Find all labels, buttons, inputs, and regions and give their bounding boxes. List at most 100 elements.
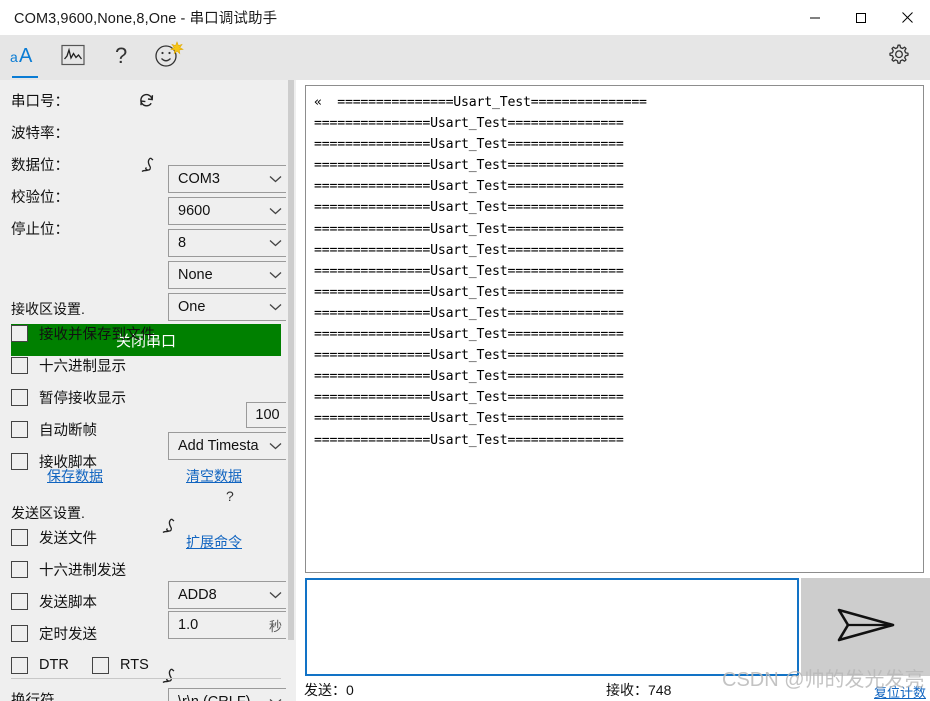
- chevron-down-icon: [269, 267, 282, 283]
- combo-newline-char-value: \r\n (CRLF): [178, 694, 265, 701]
- combo-receive-script[interactable]: Add Timesta: [168, 432, 289, 460]
- checkbox-auto-break-frame[interactable]: [11, 420, 28, 438]
- minimize-button[interactable]: [792, 0, 838, 35]
- text-mode-icon: a A: [10, 43, 40, 72]
- window-controls: [792, 0, 930, 35]
- timed-send-value: 1.0: [178, 617, 199, 633]
- label-send-script: 发送脚本: [39, 594, 97, 611]
- label-timed-send: 定时发送: [39, 626, 97, 643]
- row-parity: 校验位：: [0, 180, 292, 212]
- checkbox-row-send-file[interactable]: 发送文件: [11, 522, 97, 552]
- receive-text: « ===============Usart_Test=============…: [314, 95, 647, 448]
- label-parity: 校验位：: [11, 189, 69, 206]
- chevron-down-icon: [269, 694, 282, 701]
- checkbox-send-script[interactable]: [11, 592, 28, 610]
- receive-section-title: 接收区设置.: [11, 301, 85, 317]
- input-break-frame-timeout[interactable]: 100: [246, 402, 289, 428]
- save-data-link[interactable]: 保存数据: [47, 466, 103, 486]
- smiley-star-icon: [153, 40, 185, 75]
- svg-text:?: ?: [115, 43, 127, 67]
- combo-stop-bits-value: One: [178, 299, 206, 315]
- help-question-icon: ?: [111, 43, 131, 72]
- maximize-button[interactable]: [838, 0, 884, 35]
- combo-parity-value: None: [178, 267, 213, 283]
- checkbox-send-file[interactable]: [11, 528, 28, 546]
- combo-receive-script-value: Add Timesta: [178, 438, 259, 454]
- checkbox-row-rts[interactable]: RTS: [92, 650, 149, 680]
- clear-data-link[interactable]: 清空数据: [186, 466, 242, 486]
- checkbox-save-to-file[interactable]: [11, 324, 28, 342]
- label-auto-break-frame: 自动断帧: [39, 422, 97, 439]
- checkbox-row-timed-send[interactable]: 定时发送: [11, 618, 97, 648]
- receive-script-pen-icon[interactable]: [160, 517, 176, 540]
- checkbox-row-auto-break-frame[interactable]: 自动断帧: [11, 414, 97, 444]
- combo-stop-bits[interactable]: One: [168, 293, 289, 321]
- label-rts: RTS: [120, 657, 149, 673]
- toolbar: a A ?: [0, 35, 930, 80]
- send-section-title: 发送区设置.: [11, 505, 85, 521]
- checkbox-hex-display[interactable]: [11, 356, 28, 374]
- sidebar-divider: [11, 678, 281, 679]
- extend-command-link[interactable]: 扩展命令: [186, 532, 242, 552]
- title-bar: COM3,9600,None,8,One - 串口调试助手: [0, 0, 930, 35]
- checkbox-row-send-script[interactable]: 发送脚本: [11, 586, 97, 616]
- label-newline-char: 换行符: [11, 692, 55, 701]
- toolbar-waveform-button[interactable]: [52, 35, 94, 80]
- send-plane-icon: [835, 604, 897, 651]
- settings-button[interactable]: [876, 35, 920, 80]
- waveform-icon: [61, 44, 85, 71]
- reset-count-link[interactable]: 复位计数: [874, 682, 926, 701]
- checkbox-row-hex-display[interactable]: 十六进制显示: [11, 350, 126, 380]
- chevron-down-icon: [269, 587, 282, 603]
- label-save-to-file: 接收并保存到文件: [39, 326, 155, 343]
- toolbar-text-mode-button[interactable]: a A: [4, 35, 46, 80]
- checkbox-dtr[interactable]: [11, 656, 28, 674]
- checkbox-row-hex-send[interactable]: 十六进制发送: [11, 554, 126, 584]
- close-button[interactable]: [884, 0, 930, 35]
- toolbar-help-button[interactable]: ?: [100, 35, 142, 80]
- input-timed-send-interval[interactable]: 1.0 秒: [168, 611, 289, 639]
- checkbox-row-pause-display[interactable]: 暂停接收显示: [11, 382, 126, 412]
- checkbox-timed-send[interactable]: [11, 624, 28, 642]
- status-received-count: 接收：748: [606, 682, 672, 698]
- break-frame-help-icon[interactable]: ?: [226, 488, 234, 504]
- checkbox-row-dtr[interactable]: DTR: [11, 650, 69, 680]
- row-newline-char: 换行符: [11, 684, 55, 701]
- combo-parity[interactable]: None: [168, 261, 289, 289]
- svg-text:A: A: [19, 45, 33, 67]
- refresh-icon[interactable]: [138, 92, 155, 114]
- label-send-file: 发送文件: [39, 530, 97, 547]
- label-port-number: 串口号：: [11, 93, 69, 110]
- checkbox-rts[interactable]: [92, 656, 109, 674]
- label-hex-display: 十六进制显示: [39, 358, 126, 375]
- receive-display[interactable]: « ===============Usart_Test=============…: [305, 85, 924, 573]
- row-stop-bits: 停止位：: [0, 212, 292, 244]
- row-port-number: 串口号：: [0, 84, 292, 116]
- gear-icon: [885, 42, 911, 73]
- combo-send-script[interactable]: ADD8: [168, 581, 289, 609]
- toolbar-about-button[interactable]: [146, 35, 192, 80]
- checkbox-receive-script[interactable]: [11, 452, 28, 470]
- sidebar-scrollbar[interactable]: [286, 80, 296, 701]
- row-baud-rate: 波特率：: [0, 116, 292, 173]
- checkbox-hex-send[interactable]: [11, 560, 28, 578]
- checkbox-row-save-to-file[interactable]: 接收并保存到文件: [11, 318, 155, 348]
- label-dtr: DTR: [39, 657, 69, 673]
- sidebar-scrollbar-thumb[interactable]: [288, 80, 294, 640]
- label-stop-bits: 停止位：: [11, 221, 69, 238]
- send-input[interactable]: [305, 578, 799, 676]
- combo-send-script-value: ADD8: [178, 587, 217, 603]
- app-window: COM3,9600,None,8,One - 串口调试助手 a A ? 串口号：…: [0, 0, 930, 701]
- svg-text:a: a: [10, 49, 18, 65]
- combo-newline-char[interactable]: \r\n (CRLF): [168, 688, 289, 701]
- status-sent-count: 发送：0: [304, 682, 354, 698]
- send-button[interactable]: [801, 578, 930, 676]
- row-data-bits: 数据位：: [0, 148, 292, 180]
- timed-send-unit: 秒: [268, 618, 282, 634]
- chevron-down-icon: [269, 438, 282, 454]
- toolbar-active-indicator: [12, 75, 38, 78]
- label-baud-rate: 波特率：: [11, 125, 69, 142]
- checkbox-pause-display[interactable]: [11, 388, 28, 406]
- settings-sidebar: 串口号： COM3 波特率： 9600 数据位： 8 校验位： None 停止位…: [0, 80, 292, 701]
- window-title: COM3,9600,None,8,One - 串口调试助手: [14, 11, 278, 27]
